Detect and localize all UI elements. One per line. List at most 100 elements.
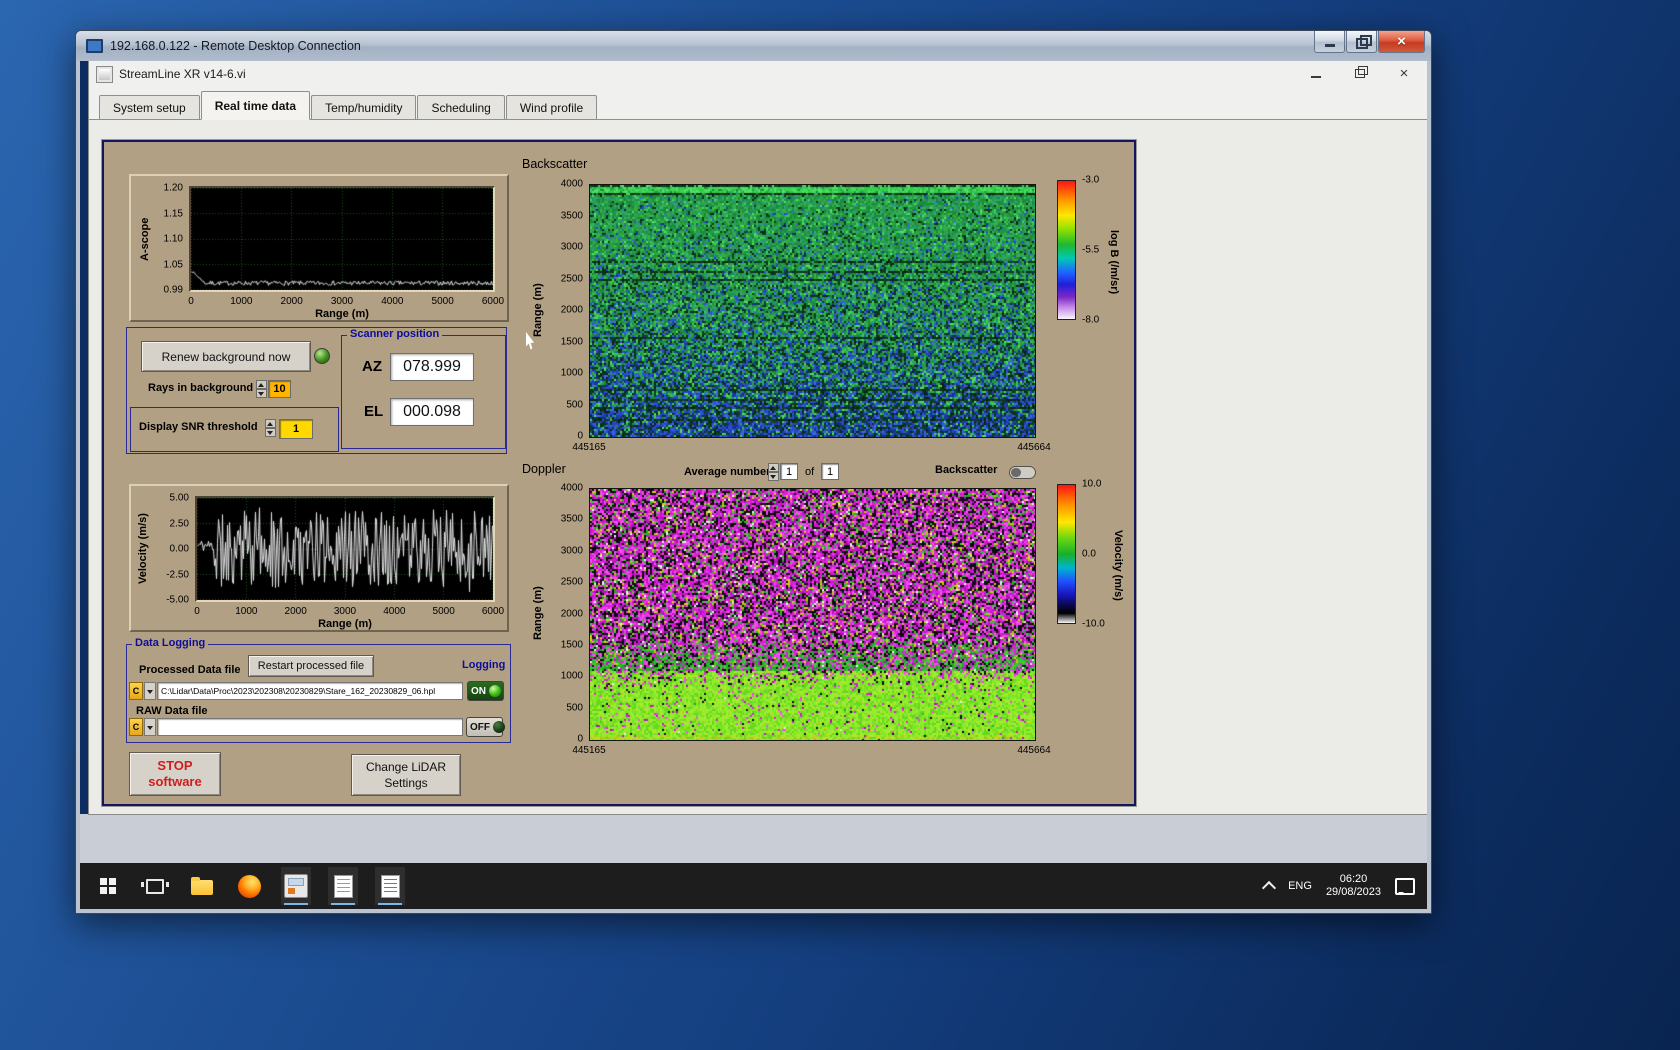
axis-tick-label: 6000 <box>481 606 505 617</box>
remote-wallpaper <box>80 61 88 814</box>
axis-tick-label: 1.10 <box>163 233 183 245</box>
ascope-plot-panel: A-scope 1.20 1.15 1.10 1.05 0.99 0 1000 2000 30… <box>129 174 509 322</box>
raw-path-field[interactable] <box>157 718 463 736</box>
of-label: of <box>805 466 815 478</box>
tab-real-time-data[interactable]: Real time data <box>200 91 311 120</box>
settings-line1: Change LiDAR <box>365 760 447 774</box>
restart-processed-file-button[interactable]: Restart processed file <box>248 655 374 677</box>
rdp-minimize-button[interactable] <box>1314 31 1345 53</box>
axis-tick-label: 2500 <box>560 273 583 284</box>
app-close-button[interactable]: × <box>1389 63 1419 83</box>
axis-tick-label: 500 <box>566 399 583 410</box>
folder-icon <box>191 877 213 895</box>
stop-line2: software <box>148 774 202 789</box>
axis-tick-label: 2500 <box>560 576 583 588</box>
axis-tick-label: 1500 <box>560 639 583 651</box>
axis-tick-label: 2000 <box>280 296 303 307</box>
processed-data-file-label: Processed Data file <box>139 664 241 676</box>
axis-tick-label: 1.20 <box>163 182 183 194</box>
axis-tick-label: 4000 <box>560 178 583 190</box>
axis-tick-label: -5.5 <box>1082 244 1100 256</box>
app-restore-button[interactable] <box>1345 63 1375 83</box>
el-field[interactable]: 000.098 <box>390 398 474 426</box>
background-led <box>314 348 330 364</box>
change-lidar-settings-button[interactable]: Change LiDAR Settings <box>351 754 461 796</box>
raw-logging-toggle[interactable]: OFF <box>466 717 505 737</box>
processed-drive-button[interactable]: C <box>129 682 143 700</box>
processed-path-field[interactable]: C:\Lidar\Data\Proc\2023\202308\20230829\… <box>157 682 463 700</box>
display-snr-threshold-field[interactable]: 1 <box>279 419 313 439</box>
axis-tick-label: 1000 <box>235 606 258 617</box>
velocity-xticks: 0 1000 2000 3000 4000 5000 6000 <box>194 606 504 618</box>
firefox-button[interactable] <box>234 867 264 905</box>
axis-tick-label: 0 <box>577 430 583 442</box>
raw-drive-button[interactable]: C <box>129 718 143 736</box>
rays-in-background-field[interactable]: 10 <box>268 380 291 398</box>
axis-tick-label: 10.0 <box>1082 478 1102 490</box>
data-logging-group: Data Logging Processed Data file Restart… <box>126 637 511 743</box>
axis-tick-label: 0 <box>194 606 200 617</box>
snr-spinner[interactable] <box>265 419 276 437</box>
processed-logging-toggle[interactable]: ON <box>467 681 504 701</box>
average-number-spinner[interactable] <box>768 463 779 481</box>
backscatter-colorbar <box>1057 180 1076 320</box>
axis-tick-label: -5.00 <box>166 594 189 606</box>
tab-wind-profile[interactable]: Wind profile <box>505 95 598 119</box>
axis-tick-label: 1.05 <box>163 259 183 270</box>
tray-expand-chevron-icon[interactable] <box>1262 880 1277 896</box>
axis-tick-label: -10.0 <box>1082 618 1105 630</box>
raw-browse-button[interactable] <box>144 718 156 736</box>
action-center-icon[interactable] <box>1395 877 1415 895</box>
axis-tick-label: 2000 <box>560 608 583 619</box>
axis-tick-label: 5000 <box>431 296 454 307</box>
axis-tick-label: -3.0 <box>1082 174 1100 186</box>
doppler-yticks: 4000 3500 3000 2500 2000 1500 1000 500 0 <box>551 483 585 745</box>
backscatter-colorbar-ticks: -3.0 -5.5 -8.0 <box>1078 175 1108 326</box>
tab-system-setup[interactable]: System setup <box>99 95 200 119</box>
axis-tick-label: -8.0 <box>1082 314 1100 326</box>
rdp-close-button[interactable]: × <box>1378 31 1425 53</box>
taskbar-date: 29/08/2023 <box>1325 886 1381 898</box>
axis-tick-label: 4000 <box>381 296 404 307</box>
task-view-icon <box>141 878 169 894</box>
axis-tick-label: 1.15 <box>163 208 183 219</box>
language-indicator[interactable]: ENG <box>1288 880 1312 892</box>
task-view-button[interactable] <box>140 867 170 905</box>
az-field[interactable]: 078.999 <box>390 353 474 381</box>
app-minimize-button[interactable] <box>1301 63 1331 83</box>
backscatter-display-toggle[interactable] <box>1009 466 1036 479</box>
stop-software-button[interactable]: STOP software <box>129 752 221 796</box>
doppler-xtick-right: 445664 <box>1017 745 1051 756</box>
tab-temp-humidity[interactable]: Temp/humidity <box>311 95 417 119</box>
average-number-field[interactable]: 1 <box>780 463 798 480</box>
labview-app-icon <box>284 874 308 898</box>
average-number-label: Average number <box>684 466 771 478</box>
average-count-field[interactable]: 1 <box>821 463 839 480</box>
taskbar-clock[interactable]: 06:20 29/08/2023 <box>1326 873 1381 899</box>
rdp-restore-button[interactable] <box>1346 31 1377 53</box>
tab-scheduling[interactable]: Scheduling <box>417 95 505 119</box>
axis-tick-label: 5000 <box>432 606 455 617</box>
axis-tick-label: 1500 <box>560 336 583 347</box>
notes-taskbar-button[interactable] <box>375 867 405 905</box>
rdp-titlebar[interactable]: 192.168.0.122 - Remote Desktop Connectio… <box>76 31 1431 61</box>
axis-tick-label: 1000 <box>560 367 583 379</box>
scan-scheduler-taskbar-button[interactable] <box>328 867 358 905</box>
velocity-plot-panel: Velocity (m/s) 5.00 2.50 0.00 -2.50 -5.00 0 1… <box>129 484 509 632</box>
start-button[interactable] <box>93 867 123 905</box>
off-label: OFF <box>470 721 490 733</box>
file-explorer-button[interactable] <box>187 867 217 905</box>
axis-tick-label: 1000 <box>560 670 583 682</box>
backscatter-heatmap-frame <box>589 184 1036 438</box>
windows-logo-icon <box>100 878 116 894</box>
rays-spinner[interactable] <box>256 380 267 398</box>
labview-taskbar-button[interactable] <box>281 867 311 905</box>
axis-tick-label: 2000 <box>560 304 583 316</box>
renew-background-button[interactable]: Renew background now <box>141 341 311 372</box>
processed-browse-button[interactable] <box>144 682 156 700</box>
el-label: EL <box>364 403 384 420</box>
velocity-plot <box>195 496 495 602</box>
axis-tick-label: 0.00 <box>169 543 189 555</box>
notes-app-icon <box>380 874 400 898</box>
app-titlebar[interactable]: StreamLine XR v14-6.vi × <box>89 61 1427 87</box>
